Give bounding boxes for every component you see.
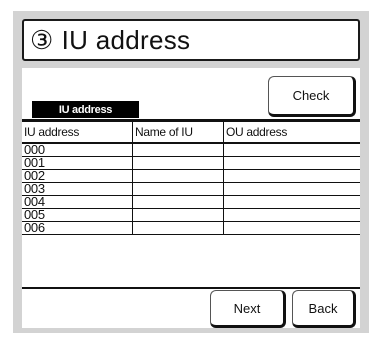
- name-of-iu-cell: [132, 195, 224, 209]
- back-button[interactable]: Back: [292, 290, 356, 328]
- page-title: ③ IU address: [22, 19, 360, 61]
- table-row[interactable]: 006: [22, 221, 360, 235]
- ou-address-cell: [223, 221, 360, 235]
- column-header-ou-address: OU address: [223, 122, 360, 144]
- ou-address-cell: [223, 169, 360, 183]
- ou-address-cell: [223, 208, 360, 222]
- table-bottom-rule: [22, 287, 360, 289]
- table-row[interactable]: 001: [22, 156, 360, 170]
- table-row[interactable]: 002: [22, 169, 360, 183]
- ou-address-cell: [223, 195, 360, 209]
- name-of-iu-cell: [132, 208, 224, 222]
- section-tag: IU address: [32, 101, 139, 118]
- table-row[interactable]: 004: [22, 195, 360, 209]
- table-row[interactable]: 003: [22, 182, 360, 196]
- name-of-iu-cell: [132, 221, 224, 235]
- column-header-iu-address: IU address: [22, 122, 133, 144]
- iu-address-panel: IU address Check IU address Name of IU O…: [22, 68, 360, 328]
- check-button[interactable]: Check: [268, 76, 356, 117]
- iu-address-cell: 006: [22, 221, 133, 235]
- screen-frame: ③ IU address IU address Check IU address…: [13, 11, 369, 333]
- name-of-iu-cell: [132, 169, 224, 183]
- column-header-name-of-iu: Name of IU: [132, 122, 224, 144]
- name-of-iu-cell: [132, 156, 224, 170]
- iu-address-table: IU address Name of IU OU address 000 001: [22, 122, 360, 235]
- table-row[interactable]: 000: [22, 143, 360, 157]
- name-of-iu-cell: [132, 143, 224, 157]
- ou-address-cell: [223, 143, 360, 157]
- name-of-iu-cell: [132, 182, 224, 196]
- table-row[interactable]: 005: [22, 208, 360, 222]
- ou-address-cell: [223, 156, 360, 170]
- next-button[interactable]: Next: [210, 290, 286, 328]
- page-title-text: IU address: [61, 24, 191, 55]
- ou-address-cell: [223, 182, 360, 196]
- step-number: ③: [30, 24, 54, 55]
- table-header-row: IU address Name of IU OU address: [22, 122, 360, 144]
